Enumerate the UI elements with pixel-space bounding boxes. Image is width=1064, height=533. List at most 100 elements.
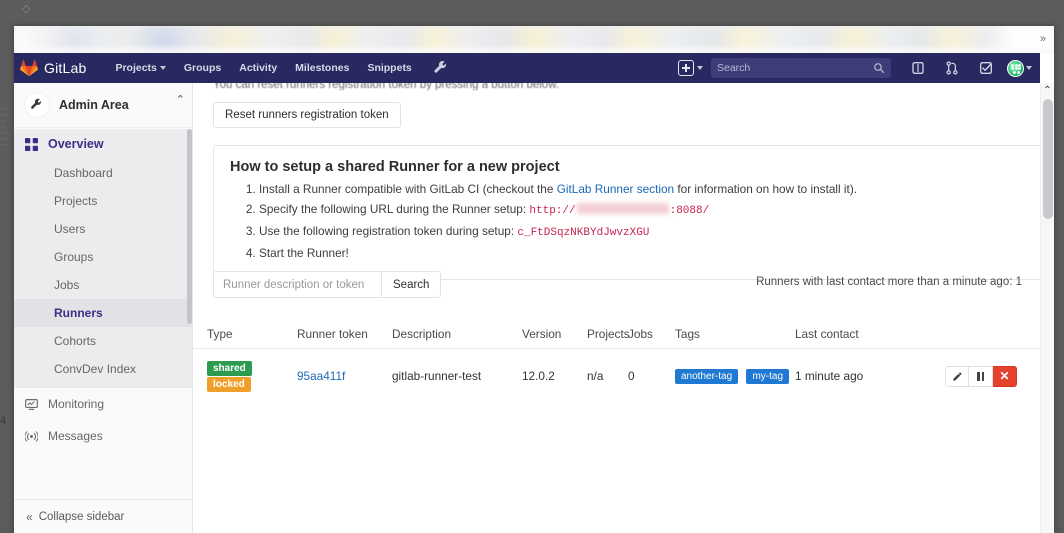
badge-locked: locked xyxy=(207,377,251,392)
chevron-down-icon xyxy=(697,66,703,70)
plus-square-icon xyxy=(678,60,694,76)
sidebar-item-messages[interactable]: Messages xyxy=(14,420,192,452)
sidebar-item-convdev-index[interactable]: ConvDev Index xyxy=(14,355,192,383)
sidebar-item-projects[interactable]: Projects xyxy=(14,187,192,215)
column-header-type: Type xyxy=(193,327,297,341)
browser-tab-strip[interactable]: » xyxy=(14,26,1054,53)
setup-step-2-pre: Specify the following URL during the Run… xyxy=(259,202,529,216)
redacted-host xyxy=(577,203,669,214)
gitlab-runner-section-link[interactable]: GitLab Runner section xyxy=(557,182,674,196)
reset-runners-registration-token-button[interactable]: Reset runners registration token xyxy=(213,102,401,128)
remove-runner-button[interactable]: ✕ xyxy=(993,366,1017,387)
sidebar-scrollbar[interactable] xyxy=(187,129,192,324)
sidebar-item-groups[interactable]: Groups xyxy=(14,243,192,271)
runner-last-contact-cell: 1 minute ago xyxy=(795,369,945,383)
issue-boards-icon[interactable] xyxy=(910,60,926,76)
column-header-version: Version xyxy=(522,327,587,341)
how-to-setup-title: How to setup a shared Runner for a new p… xyxy=(230,159,1024,175)
collapse-sidebar-label: Collapse sidebar xyxy=(39,511,125,523)
runner-filter-row: Search Runners with last contact more th… xyxy=(213,271,1022,299)
page-scrollbar-thumb[interactable] xyxy=(1043,99,1053,219)
badge-shared: shared xyxy=(207,361,252,376)
tag-another-tag[interactable]: another-tag xyxy=(675,369,738,384)
nav-link-snippets-label: Snippets xyxy=(367,53,411,83)
setup-step-1-pre: Install a Runner compatible with GitLab … xyxy=(259,182,557,196)
avatar-identicon-pattern xyxy=(1008,61,1023,76)
grid-overview-icon xyxy=(25,138,38,151)
navbar-links: Projects Groups Activity Milestones Snip… xyxy=(106,53,420,83)
left-edge-ruler-artifact xyxy=(0,108,7,150)
runner-url-suffix: :8088/ xyxy=(670,205,710,217)
sidebar-item-dashboard[interactable]: Dashboard xyxy=(14,159,192,187)
nav-link-snippets[interactable]: Snippets xyxy=(358,53,420,83)
runner-tags-cell: another-tag my-tag xyxy=(675,368,795,384)
pause-runner-button[interactable] xyxy=(969,366,993,387)
nav-link-activity-label: Activity xyxy=(239,53,277,83)
runner-search-button[interactable]: Search xyxy=(381,271,441,298)
page-scrollbar[interactable]: ⌃ xyxy=(1040,83,1054,533)
sidebar-messages-label: Messages xyxy=(48,429,103,443)
setup-step-3: Use the following registration token dur… xyxy=(259,223,1024,242)
sidebar-nav: Overview Dashboard Projects Users Groups… xyxy=(14,129,192,499)
runner-jobs-cell: 0 xyxy=(628,369,675,383)
search-icon xyxy=(873,62,885,74)
nav-link-projects[interactable]: Projects xyxy=(106,53,174,83)
runner-description-cell: gitlab-runner-test xyxy=(392,369,522,383)
table-row: shared locked 95aa411f gitlab-runner-tes… xyxy=(193,349,1040,404)
column-header-tags: Tags xyxy=(675,327,795,341)
runner-search-input[interactable] xyxy=(213,271,381,298)
chevron-up-icon[interactable]: ⌃ xyxy=(176,95,185,106)
admin-wrench-icon[interactable] xyxy=(433,60,449,76)
setup-step-4: Start the Runner! xyxy=(259,245,1024,262)
sidebar-item-runners[interactable]: Runners xyxy=(14,299,192,327)
sidebar-title: Admin Area xyxy=(59,98,129,112)
gitlab-logo-link[interactable]: GitLab xyxy=(14,59,96,77)
sidebar-item-users[interactable]: Users xyxy=(14,215,192,243)
setup-step-1-post: for information on how to install it). xyxy=(674,182,857,196)
browser-window: » GitLab xyxy=(14,26,1054,533)
avatar[interactable] xyxy=(1007,60,1024,77)
registration-token: c_FtDSqzNKBYdJwvzXGU xyxy=(517,227,649,239)
new-dropdown-button[interactable] xyxy=(678,60,703,76)
sidebar-item-monitoring[interactable]: Monitoring xyxy=(14,388,192,420)
runner-token-link[interactable]: 95aa411f xyxy=(297,369,345,383)
gitlab-tanuki-icon xyxy=(20,59,38,77)
scroll-up-arrow-icon[interactable]: ⌃ xyxy=(1041,85,1054,97)
runners-table: Type Runner token Description Version Pr… xyxy=(193,320,1040,404)
how-to-setup-panel: How to setup a shared Runner for a new p… xyxy=(213,145,1040,280)
sidebar-item-jobs[interactable]: Jobs xyxy=(14,271,192,299)
pencil-icon xyxy=(952,371,963,382)
search-input[interactable] xyxy=(717,62,873,74)
left-edge-number-artifact: 4 xyxy=(0,415,6,427)
sidebar-header[interactable]: Admin Area ⌃ xyxy=(14,83,192,128)
merge-requests-icon[interactable] xyxy=(944,60,960,76)
setup-step-2: Specify the following URL during the Run… xyxy=(259,201,1024,220)
close-x-icon: ✕ xyxy=(999,370,1009,382)
sidebar-item-overview[interactable]: Overview xyxy=(14,129,192,159)
monitor-icon xyxy=(25,398,38,411)
cut-off-description-text: You can reset runners registration token… xyxy=(213,83,1010,90)
global-search-box[interactable] xyxy=(711,58,891,78)
todos-checkmark-icon[interactable] xyxy=(978,60,994,76)
nav-link-activity[interactable]: Activity xyxy=(230,53,286,83)
pause-icon xyxy=(977,372,984,381)
column-header-projects: Projects xyxy=(587,327,628,341)
desktop-background: ◇ » xyxy=(0,0,1064,527)
broadcast-icon xyxy=(25,430,38,443)
nav-link-milestones-label: Milestones xyxy=(295,53,349,83)
sidebar-overview-submenu: Dashboard Projects Users Groups Jobs Run… xyxy=(14,159,192,387)
runner-projects-cell: n/a xyxy=(587,369,628,383)
sidebar-item-cohorts[interactable]: Cohorts xyxy=(14,327,192,355)
edit-runner-button[interactable] xyxy=(945,366,969,387)
collapse-sidebar-button[interactable]: « Collapse sidebar xyxy=(14,499,192,533)
nav-link-groups[interactable]: Groups xyxy=(175,53,230,83)
tag-my-tag[interactable]: my-tag xyxy=(746,369,789,384)
setup-step-3-pre: Use the following registration token dur… xyxy=(259,224,517,238)
gitlab-app: GitLab Projects Groups Activity Mileston… xyxy=(14,53,1054,533)
tab-overflow-button[interactable]: » xyxy=(1040,32,1046,46)
nav-link-projects-label: Projects xyxy=(115,53,156,83)
main-content: You can reset runners registration token… xyxy=(193,83,1040,533)
avatar-chevron-down-icon[interactable] xyxy=(1026,66,1032,70)
nav-link-milestones[interactable]: Milestones xyxy=(286,53,358,83)
table-header-row: Type Runner token Description Version Pr… xyxy=(193,320,1040,349)
